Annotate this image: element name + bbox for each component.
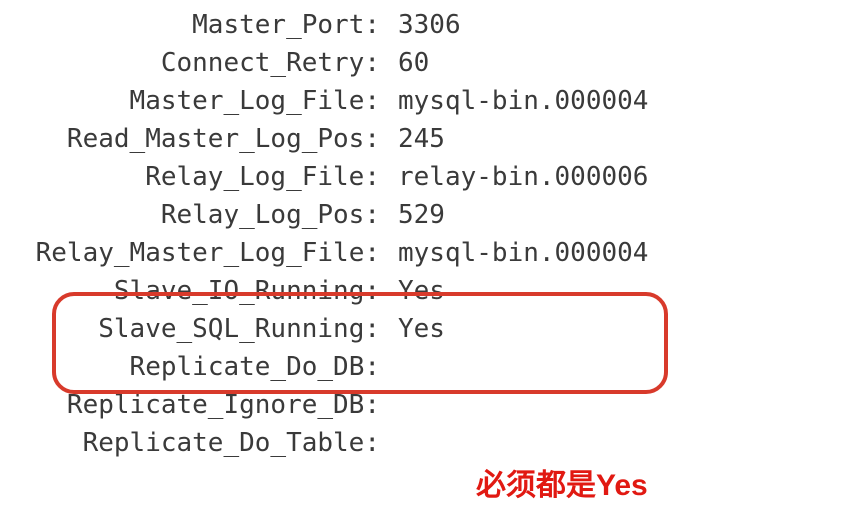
status-row: Read_Master_Log_Pos: 245 — [0, 120, 844, 158]
status-row: Relay_Log_Pos: 529 — [0, 196, 844, 234]
status-row: Slave_IO_Running: Yes — [0, 272, 844, 310]
status-label: Connect_Retry: — [0, 44, 380, 82]
status-row: Replicate_Do_DB: — [0, 348, 844, 386]
status-value — [398, 424, 844, 462]
status-row: Master_Port: 3306 — [0, 6, 844, 44]
status-label: Relay_Log_Pos: — [0, 196, 380, 234]
status-value — [398, 348, 844, 386]
status-label: Replicate_Do_DB: — [0, 348, 380, 386]
status-row: Replicate_Do_Table: — [0, 424, 844, 462]
status-label: Relay_Log_File: — [0, 158, 380, 196]
status-value: 529 — [398, 196, 844, 234]
status-label: Relay_Master_Log_File: — [0, 234, 380, 272]
status-row: Replicate_Ignore_DB: — [0, 386, 844, 424]
status-value: 3306 — [398, 6, 844, 44]
status-label: Slave_SQL_Running: — [0, 310, 380, 348]
status-row: Relay_Master_Log_File: mysql-bin.000004 — [0, 234, 844, 272]
status-label: Master_Log_File: — [0, 82, 380, 120]
status-label: Replicate_Ignore_DB: — [0, 386, 380, 424]
status-row: Relay_Log_File: relay-bin.000006 — [0, 158, 844, 196]
status-value: relay-bin.000006 — [398, 158, 844, 196]
status-value: Yes — [398, 310, 844, 348]
status-row: Slave_SQL_Running: Yes — [0, 310, 844, 348]
status-label: Replicate_Do_Table: — [0, 424, 380, 462]
status-value: mysql-bin.000004 — [398, 234, 844, 272]
status-value: 60 — [398, 44, 844, 82]
status-label: Read_Master_Log_Pos: — [0, 120, 380, 158]
mysql-slave-status-output: Master_Port: 3306 Connect_Retry: 60 Mast… — [0, 0, 844, 462]
status-label: Slave_IO_Running: — [0, 272, 380, 310]
status-row: Master_Log_File: mysql-bin.000004 — [0, 82, 844, 120]
status-value — [398, 386, 844, 424]
status-label: Master_Port: — [0, 6, 380, 44]
status-value: mysql-bin.000004 — [398, 82, 844, 120]
status-value: Yes — [398, 272, 844, 310]
status-row: Connect_Retry: 60 — [0, 44, 844, 82]
status-value: 245 — [398, 120, 844, 158]
annotation-note: 必须都是Yes — [476, 460, 648, 504]
